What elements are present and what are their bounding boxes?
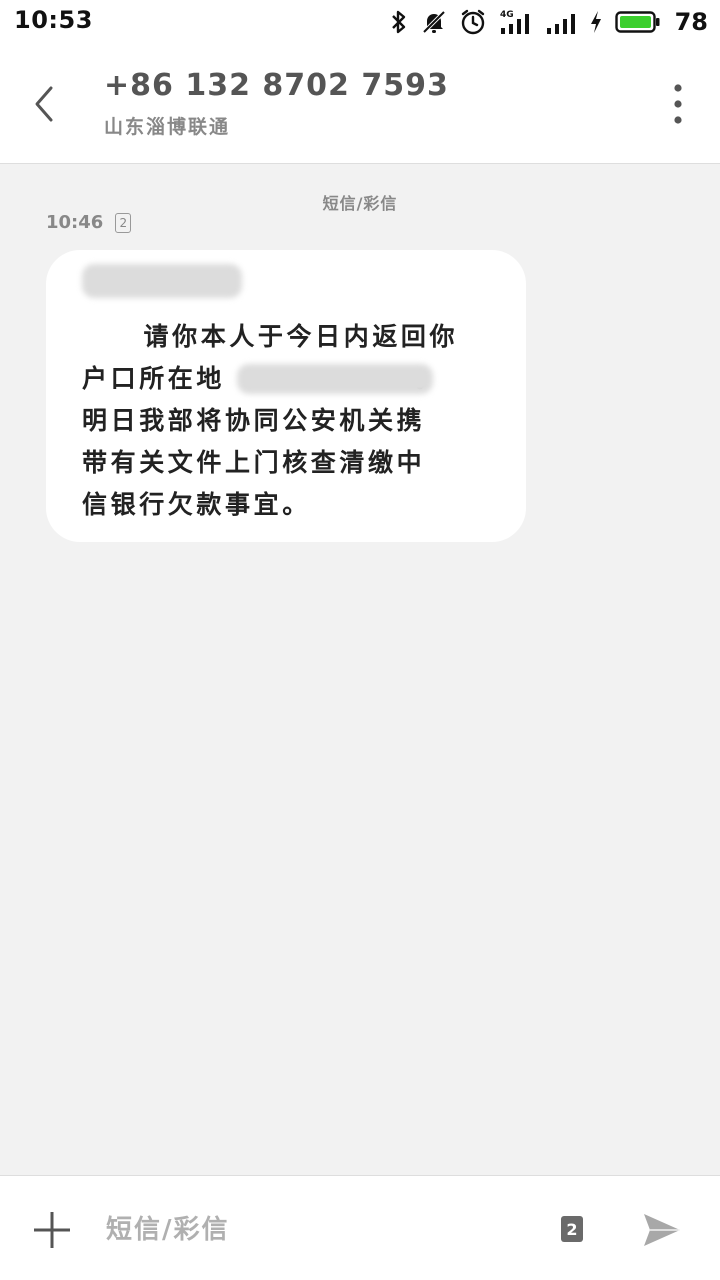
more-options-button[interactable]: [658, 82, 698, 126]
battery-level: 78: [674, 8, 708, 36]
mute-icon: [421, 9, 447, 35]
more-vertical-icon: [674, 84, 682, 124]
message-line: 带有关文件上门核查清缴中: [82, 448, 426, 477]
sim-select-button[interactable]: 2: [561, 1216, 583, 1242]
message-line: 户口所在地。: [82, 358, 490, 400]
conversation-header: +86 132 8702 7593 山东淄博联通: [0, 44, 720, 164]
message-meta: 10:46 2: [46, 212, 132, 233]
status-bar: 10:53 4G 78: [0, 0, 720, 44]
message-composer: 2: [0, 1175, 720, 1280]
message-line: 信银行欠款事宜。: [82, 490, 311, 519]
message-line-head: 户口所在地: [82, 364, 226, 393]
add-attachment-button[interactable]: [30, 1208, 74, 1252]
bluetooth-icon: [389, 9, 409, 35]
message-bubble[interactable]: 请你本人于今日内返回你 户口所在地。 明日我部将协同公安机关携 带有关文件上门核…: [46, 250, 526, 542]
contact-carrier: 山东淄博联通: [104, 116, 231, 138]
charging-icon: [589, 10, 603, 34]
back-arrow-icon: [35, 86, 53, 122]
messaging-screen: 10:53 4G 78 +86 132 8702 7593 山东淄博联通 短信/…: [0, 0, 720, 1280]
sim-badge: 2: [115, 212, 132, 233]
contact-number: +86 132 8702 7593: [104, 68, 449, 103]
redacted-greeting: [82, 264, 242, 298]
network-label: 4G: [500, 10, 514, 20]
back-button[interactable]: [20, 80, 68, 128]
status-time: 10:53: [14, 6, 93, 34]
signal-4g-icon: 4G: [499, 8, 533, 36]
message-type-label: 短信/彩信: [322, 194, 398, 213]
message-time: 10:46: [46, 212, 104, 233]
message-line: 请你本人于今日内返回你: [82, 322, 459, 351]
status-icons: 4G 78: [389, 6, 708, 38]
battery-icon: [614, 9, 661, 35]
message-input[interactable]: [104, 1206, 528, 1254]
send-icon: [644, 1214, 680, 1246]
alarm-icon: [459, 8, 487, 36]
signal-icon: [545, 8, 577, 36]
send-button[interactable]: [640, 1208, 684, 1252]
message-line: 明日我部将协同公安机关携: [82, 406, 426, 435]
plus-icon: [34, 1212, 70, 1248]
redacted-address: [237, 364, 433, 394]
